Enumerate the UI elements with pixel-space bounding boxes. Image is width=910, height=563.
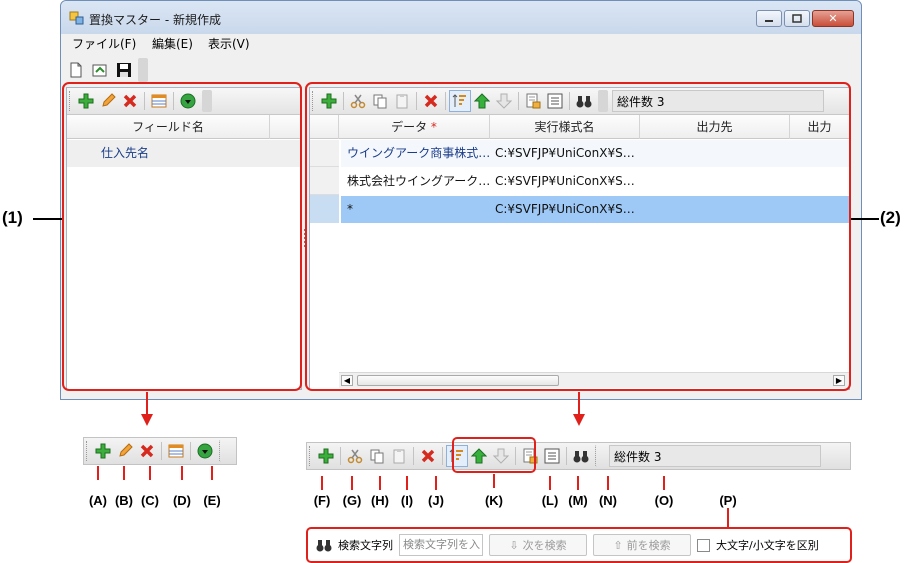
main-toolbar: [66, 57, 161, 83]
save-icon[interactable]: [114, 60, 134, 80]
toolbar-overflow: [595, 445, 605, 467]
label-tick: [549, 476, 551, 490]
maximize-button[interactable]: [784, 10, 810, 27]
toolbar-separator: [442, 447, 443, 465]
label-tick: [406, 476, 408, 490]
highlight-sort-group: [452, 437, 536, 473]
label-f: (F): [313, 493, 331, 508]
case-sensitive-label: 大文字/小文字を区別: [716, 539, 819, 552]
search-input[interactable]: 検索文字列を入: [399, 534, 483, 556]
edit-pencil-icon: [114, 440, 136, 462]
menu-file[interactable]: ファイル(F): [72, 35, 136, 52]
callout-line: [851, 218, 879, 220]
label-tick: [727, 508, 729, 528]
find-next-button[interactable]: ⇩ 次を検索: [489, 534, 587, 556]
menu-bar: ファイル(F) 編集(E) 表示(V): [61, 34, 861, 54]
label-tick: [97, 466, 99, 480]
label-h: (H): [370, 493, 390, 508]
move-down-circle-icon: [194, 440, 216, 462]
paste-icon: [388, 445, 410, 467]
maximize-icon: [792, 14, 802, 23]
close-button[interactable]: ✕: [812, 10, 854, 27]
callout-1: (1): [2, 208, 23, 227]
toolbar-overflow: [219, 440, 229, 462]
cut-icon: [344, 445, 366, 467]
toolbar-overflow[interactable]: [138, 58, 148, 82]
label-g: (G): [342, 493, 362, 508]
app-icon: [69, 11, 84, 25]
highlight-left-panel: [62, 82, 302, 391]
label-tick: [435, 476, 437, 490]
search-bar: 検索文字列 検索文字列を入 ⇩ 次を検索 ⇧ 前を検索 大文字/小文字を区別: [310, 530, 850, 560]
toolbar-separator: [413, 447, 414, 465]
label-tick: [607, 476, 609, 490]
label-c: (C): [140, 493, 160, 508]
highlight-right-panel: [305, 82, 851, 391]
search-binoculars-icon: [570, 445, 592, 467]
find-prev-button[interactable]: ⇧ 前を検索: [593, 534, 691, 556]
minimize-button[interactable]: [756, 10, 782, 27]
toolbar-separator: [190, 442, 191, 460]
total-count-box: 総件数 3: [609, 445, 821, 467]
toolbar-separator: [340, 447, 341, 465]
open-file-icon[interactable]: [90, 60, 110, 80]
arrow-line: [578, 392, 580, 416]
copy-icon: [366, 445, 388, 467]
label-o: (O): [654, 493, 674, 508]
window-title: 置換マスター - 新規作成: [89, 13, 221, 27]
arrow-up-icon: ⇧: [613, 538, 623, 552]
table-icon: [165, 440, 187, 462]
label-tick: [181, 466, 183, 480]
delete-icon: [136, 440, 158, 462]
label-p: (P): [719, 493, 737, 508]
arrow-down-icon: [573, 414, 585, 426]
arrow-line: [146, 392, 148, 416]
callout-line: [33, 218, 62, 220]
case-sensitive-checkbox[interactable]: [697, 538, 710, 552]
label-tick: [351, 476, 353, 490]
right-toolbar-detail: 総件数 3: [306, 442, 851, 470]
total-count: 総件数 3: [614, 449, 662, 464]
search-binoculars-icon: [316, 540, 332, 552]
label-tick: [149, 466, 151, 480]
label-tick: [123, 466, 125, 480]
toolbar-separator: [566, 447, 567, 465]
label-l: (L): [541, 493, 559, 508]
new-file-icon[interactable]: [66, 60, 86, 80]
arrow-down-icon: ⇩: [509, 538, 519, 552]
minimize-icon: [765, 19, 773, 22]
title-bar: 置換マスター - 新規作成 ✕: [61, 1, 861, 34]
close-icon: ✕: [828, 12, 838, 25]
label-e: (E): [203, 493, 221, 508]
list-detail-icon: [541, 445, 563, 467]
label-tick: [577, 476, 579, 490]
label-k: (K): [484, 493, 504, 508]
label-m: (M): [568, 493, 588, 508]
label-tick: [379, 476, 381, 490]
label-tick: [663, 476, 665, 490]
label-tick: [321, 476, 323, 490]
label-i: (I): [400, 493, 414, 508]
label-tick: [211, 466, 213, 480]
search-label: 検索文字列: [338, 539, 393, 552]
left-toolbar-detail: [83, 437, 237, 465]
label-n: (N): [598, 493, 618, 508]
menu-view[interactable]: 表示(V): [208, 35, 250, 52]
menu-edit[interactable]: 編集(E): [152, 35, 193, 52]
add-icon: [92, 440, 114, 462]
arrow-down-icon: [141, 414, 153, 426]
add-icon: [315, 445, 337, 467]
label-j: (J): [428, 493, 444, 508]
toolbar-separator: [161, 442, 162, 460]
label-tick: [493, 474, 495, 488]
delete-icon: [417, 445, 439, 467]
label-d: (D): [172, 493, 192, 508]
callout-2: (2): [880, 208, 901, 227]
